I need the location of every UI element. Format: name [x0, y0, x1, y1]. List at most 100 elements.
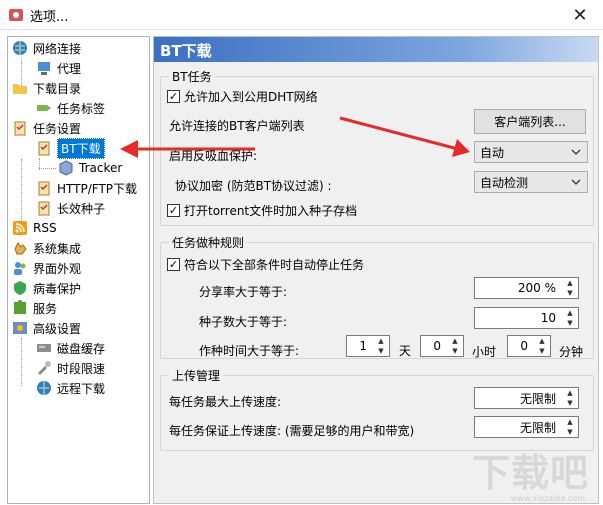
tree-item-label: 服务: [33, 301, 58, 316]
tree-item-label: 界面外观: [33, 261, 82, 276]
stepper-arrows-icon[interactable]: ▲ ▼: [374, 337, 388, 355]
chevron-down-icon: [571, 149, 581, 155]
tree-item-system-integration[interactable]: 系统集成: [12, 238, 81, 258]
torrent-archive-label: 打开torrent文件时加入种子存档: [184, 204, 358, 218]
tree-item-http-ftp[interactable]: HTTP/FTP下载: [36, 178, 137, 198]
dht-checkbox[interactable]: ✓: [167, 90, 180, 103]
chevron-down-icon: [571, 179, 581, 185]
tree-item-services[interactable]: 服务: [12, 298, 57, 318]
auto-stop-checkbox-row[interactable]: ✓ 符合以下全部条件时自动停止任务: [167, 256, 364, 273]
clipboard-icon: [38, 141, 50, 156]
tree-item-appearance[interactable]: 界面外观: [12, 258, 81, 278]
clipboard-icon: [38, 201, 50, 216]
guaranteed-upload-label: 每任务保证上传速度: (需要足够的用户和带宽): [169, 424, 415, 438]
close-button[interactable]: ✕: [557, 0, 603, 30]
tree-item-label: 下载目录: [33, 81, 82, 96]
auto-stop-label: 符合以下全部条件时自动停止任务: [184, 258, 365, 272]
guaranteed-upload-stepper[interactable]: 无限制 ▲ ▼: [474, 416, 579, 438]
days-unit: 天: [399, 344, 412, 358]
tree-item-bt-download[interactable]: BT下载: [36, 137, 105, 159]
bt-task-group-title: BT任务: [169, 68, 215, 85]
window-title: 选项...: [30, 10, 69, 25]
encryption-value: 自动检测: [480, 175, 529, 190]
tree-item-long-seed[interactable]: 长效种子: [36, 198, 105, 218]
clipboard-icon: [38, 181, 50, 196]
seed-time-label: 作种时间大于等于:: [199, 344, 300, 358]
stepper-arrows-icon[interactable]: ▲ ▼: [563, 418, 577, 436]
tree-item-disk-cache[interactable]: 磁盘缓存: [36, 338, 105, 358]
client-list-button-label: 客户端列表...: [494, 115, 566, 129]
tree-item-label: 任务标签: [57, 101, 106, 116]
encryption-select[interactable]: 自动检测: [474, 171, 588, 193]
seeding-rules-group: 任务做种规则 ✓ 符合以下全部条件时自动停止任务 分享率大于等于: 200 % …: [160, 234, 594, 359]
tool-icon: [38, 361, 51, 375]
max-upload-stepper[interactable]: 无限制 ▲ ▼: [474, 387, 579, 409]
tree-item-label: 任务设置: [33, 121, 82, 136]
anti-leech-label: 启用反吸血保护:: [169, 149, 258, 163]
minutes-stepper[interactable]: 0 ▲ ▼: [507, 335, 551, 357]
tree-item-download-dir[interactable]: 下载目录: [12, 78, 81, 98]
client-list-label: 允许连接的BT客户端列表: [169, 119, 305, 133]
seeds-value: 10: [540, 311, 556, 325]
hours-stepper[interactable]: 0 ▲ ▼: [420, 335, 464, 357]
stepper-arrows-icon[interactable]: ▲ ▼: [535, 337, 549, 355]
tree-item-label: Tracker: [79, 161, 123, 175]
tree-item-rss[interactable]: RSS: [12, 218, 57, 238]
watermark-url: www.xiazaiba.com: [510, 494, 585, 503]
seeds-label: 种子数大于等于:: [199, 315, 288, 329]
seeds-stepper[interactable]: 10 ▲ ▼: [474, 307, 579, 329]
tree-item-proxy[interactable]: 代理: [36, 58, 81, 78]
torrent-archive-checkbox-row[interactable]: ✓ 打开torrent文件时加入种子存档: [167, 202, 357, 219]
stepper-arrows-icon[interactable]: ▲ ▼: [448, 337, 462, 355]
tag-icon: [37, 105, 51, 111]
ratio-value: 200 %: [517, 281, 556, 295]
dht-label: 允许加入到公用DHT网络: [184, 90, 318, 104]
max-upload-label: 每任务最大上传速度:: [169, 395, 282, 409]
anti-leech-value: 自动: [480, 145, 505, 160]
stepper-arrows-icon[interactable]: ▲ ▼: [563, 389, 577, 407]
stepper-arrows-icon[interactable]: ▲ ▼: [563, 279, 577, 297]
minutes-unit: 分钟: [559, 345, 584, 359]
stepper-arrows-icon[interactable]: ▲ ▼: [563, 309, 577, 327]
ratio-label: 分享率大于等于:: [199, 285, 288, 299]
tree-item-label: 高级设置: [33, 321, 82, 336]
tree-item-label: 代理: [57, 61, 82, 76]
auto-stop-checkbox[interactable]: ✓: [167, 258, 180, 271]
days-stepper[interactable]: 1 ▲ ▼: [346, 335, 390, 357]
globe-icon: [37, 381, 51, 395]
users-icon: [14, 262, 26, 275]
folder-icon: [13, 84, 27, 94]
dht-checkbox-row[interactable]: ✓ 允许加入到公用DHT网络: [167, 88, 318, 105]
tree-item-label: 远程下载: [57, 381, 106, 396]
tree-item-remote-download[interactable]: 远程下载: [36, 378, 105, 398]
torrent-archive-checkbox[interactable]: ✓: [167, 204, 180, 217]
tree-item-label: 磁盘缓存: [57, 341, 106, 356]
bt-settings-panel: BT下载 BT任务 ✓ 允许加入到公用DHT网络 允许连接的BT客户端列表 客户…: [153, 36, 599, 504]
upload-management-group-title: 上传管理: [169, 367, 224, 384]
tree-item-task-tags[interactable]: 任务标签: [36, 98, 105, 118]
watermark-logo: 下载吧: [471, 451, 589, 495]
proxy-icon: [38, 62, 50, 75]
days-value: 1: [359, 339, 367, 353]
settings-panel-icon: [13, 322, 27, 334]
settings-tree[interactable]: 网络连接 代理 下载目录 任务标签 任务设置 BT下载 Tracker HTTP…: [7, 36, 150, 504]
client-list-button[interactable]: 客户端列表...: [474, 109, 586, 134]
tree-item-advanced[interactable]: 高级设置: [12, 318, 81, 338]
hand-icon: [14, 242, 27, 255]
tree-item-network[interactable]: 网络连接: [12, 38, 81, 58]
panel-title: BT下载: [154, 37, 598, 62]
globe-icon: [13, 41, 27, 55]
max-upload-value: 无限制: [519, 391, 556, 406]
shield-icon: [14, 281, 26, 295]
tree-item-task-settings[interactable]: 任务设置: [12, 118, 81, 138]
tree-item-virus-protection[interactable]: 病毒保护: [12, 278, 81, 298]
tree-item-label: 病毒保护: [33, 281, 82, 296]
title-bar: 选项... ✕: [0, 0, 603, 30]
anti-leech-select[interactable]: 自动: [474, 141, 588, 163]
guaranteed-upload-value: 无限制: [519, 420, 556, 435]
app-gear-icon: [9, 9, 23, 21]
tree-item-tracker[interactable]: Tracker: [58, 158, 122, 178]
ratio-stepper[interactable]: 200 % ▲ ▼: [474, 277, 579, 299]
tree-item-speed-schedule[interactable]: 时段限速: [36, 358, 105, 378]
tree-item-label: BT下载: [57, 137, 105, 159]
